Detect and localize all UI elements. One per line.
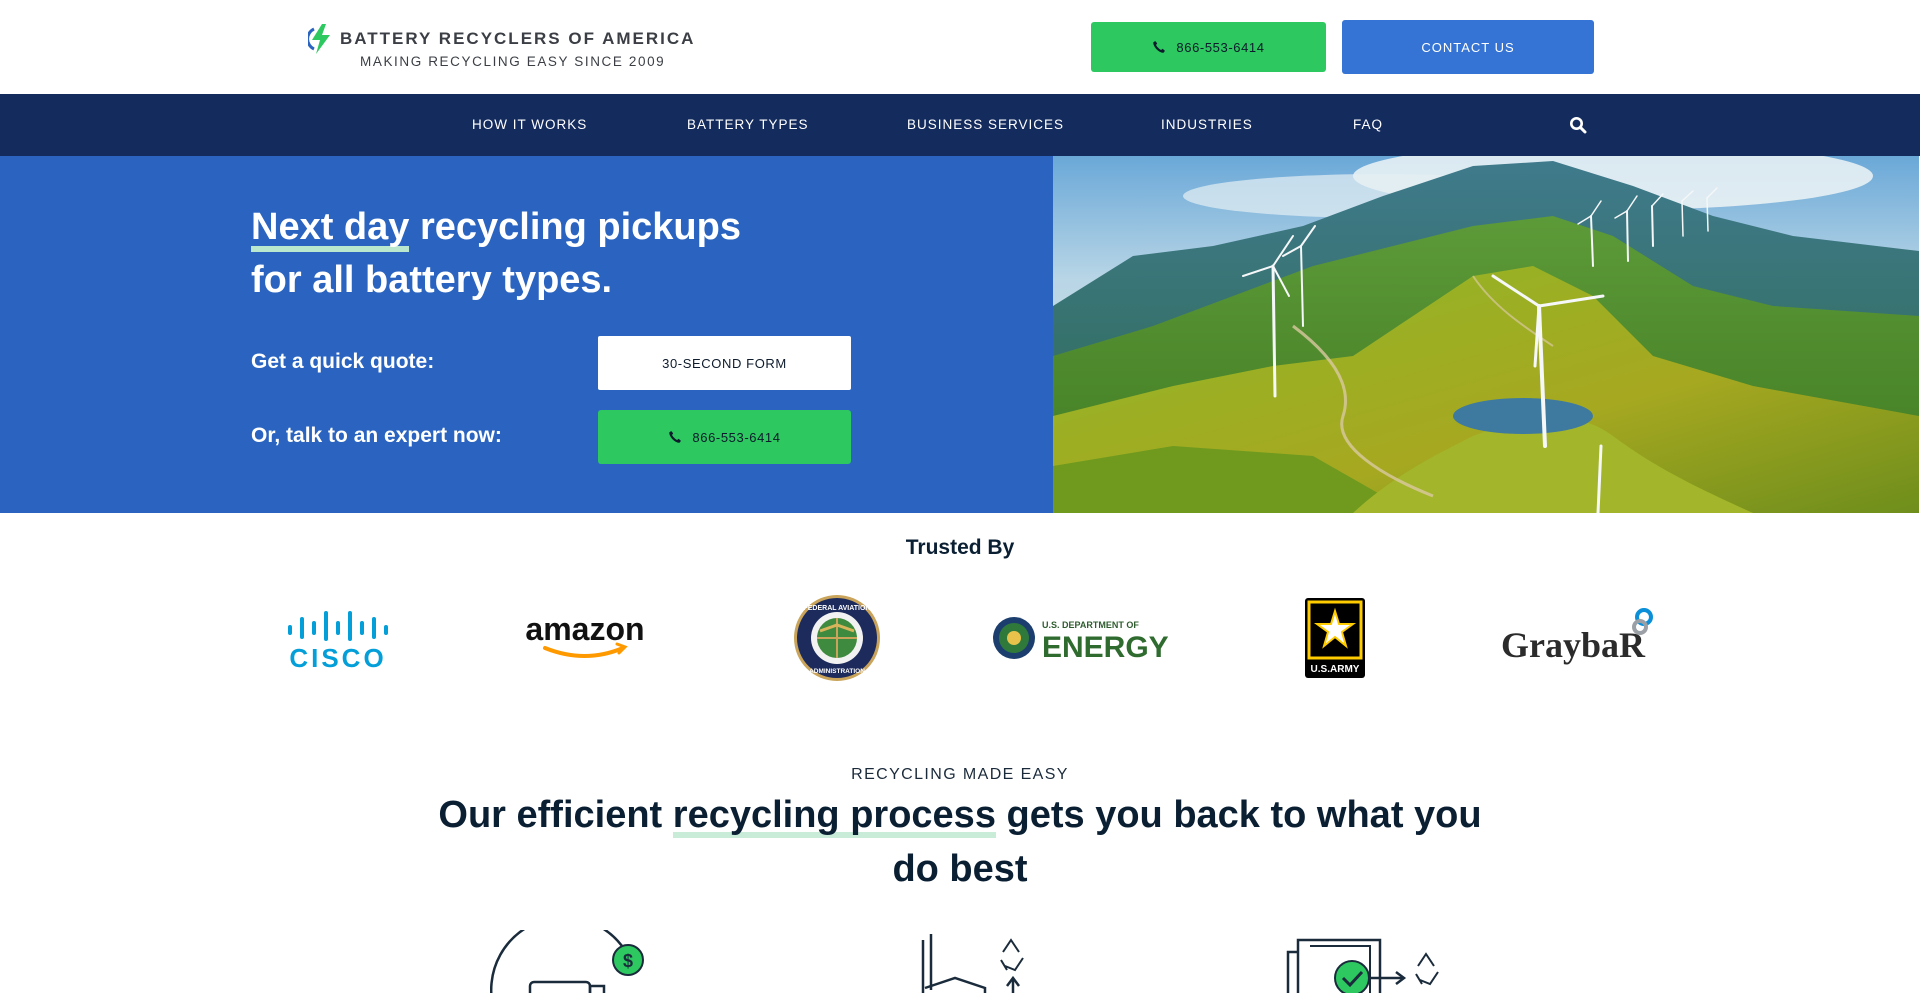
process-title: Our efficient recycling process gets you…	[410, 788, 1510, 896]
amazon-logo-text: amazon	[525, 611, 644, 647]
graybar-logo: GraybaR	[1495, 590, 1665, 686]
quote-form-label: 30-SECOND FORM	[662, 355, 787, 371]
site-logo[interactable]: BATTERY RECYCLERS OF AMERICA MAKING RECY…	[308, 22, 698, 72]
expert-label: Or, talk to an expert now:	[251, 424, 502, 447]
process-title-pre: Our efficient	[438, 794, 673, 836]
header-phone-label: 866-553-6414	[1176, 39, 1265, 55]
phone-icon	[669, 431, 682, 443]
doe-logo-text-big: ENERGY	[1042, 631, 1168, 663]
faa-logo-text-top: FEDERAL AVIATION	[803, 605, 870, 612]
header-phone-button[interactable]: 866-553-6414	[1091, 22, 1326, 72]
hero-title-highlight: Next day	[251, 201, 410, 254]
trusted-by-title: Trusted By	[905, 536, 1015, 559]
document-check-recycle-icon	[1270, 930, 1450, 993]
faa-logo: FEDERAL AVIATION ADMINISTRATION	[782, 590, 892, 686]
graybar-logo-text: GraybaR	[1501, 625, 1646, 665]
quote-form-button[interactable]: 30-SECOND FORM	[598, 336, 851, 390]
hero-title: Next day recycling pickups for all batte…	[251, 201, 851, 307]
nav-item-how-it-works[interactable]: HOW IT WORKS	[472, 94, 587, 156]
quote-dollar-icon: $	[490, 930, 650, 993]
doe-logo-text-small: U.S. DEPARTMENT OF	[1042, 620, 1139, 630]
phone-icon	[1153, 41, 1166, 53]
hero-title-rest: recycling pickups	[409, 206, 741, 248]
contact-us-button[interactable]: CONTACT US	[1342, 20, 1594, 74]
nav-item-business-services[interactable]: BUSINESS SERVICES	[907, 94, 1064, 156]
hero-section: Next day recycling pickups for all batte…	[0, 156, 1053, 513]
faa-logo-text-bottom: ADMINISTRATION	[809, 668, 865, 675]
search-icon[interactable]	[1569, 116, 1587, 134]
hero-phone-label: 866-553-6414	[692, 429, 781, 445]
quote-label: Get a quick quote:	[251, 350, 435, 373]
logo-name: BATTERY RECYCLERS OF AMERICA	[340, 29, 696, 48]
us-army-logo-text: U.S.ARMY	[1311, 664, 1360, 675]
hero-title-line2: for all battery types.	[251, 259, 613, 301]
doe-logo: U.S. DEPARTMENT OF ENERGY	[990, 590, 1170, 686]
lightning-logo-icon	[308, 24, 330, 54]
cisco-logo-text: CISCO	[289, 643, 386, 673]
battery-shield-recycle-icon	[915, 930, 1035, 993]
hero-phone-button[interactable]: 866-553-6414	[598, 410, 851, 464]
wind-turbines-hero-image	[1053, 156, 1919, 513]
us-army-logo: U.S.ARMY	[1295, 590, 1375, 686]
logo-tagline: MAKING RECYCLING EASY SINCE 2009	[360, 54, 666, 69]
nav-item-battery-types[interactable]: BATTERY TYPES	[687, 94, 809, 156]
site-header: BATTERY RECYCLERS OF AMERICA MAKING RECY…	[0, 0, 1920, 94]
amazon-logo: amazon	[515, 590, 655, 686]
contact-us-label: CONTACT US	[1421, 39, 1515, 55]
svg-text:$: $	[623, 951, 633, 971]
nav-item-faq[interactable]: FAQ	[1353, 94, 1383, 156]
cisco-logo: CISCO	[270, 590, 410, 686]
process-title-highlight: recycling process	[672, 788, 997, 842]
main-nav: HOW IT WORKS BATTERY TYPES BUSINESS SERV…	[0, 94, 1920, 156]
nav-item-industries[interactable]: INDUSTRIES	[1161, 94, 1253, 156]
process-eyebrow: RECYCLING MADE EASY	[851, 766, 1069, 783]
